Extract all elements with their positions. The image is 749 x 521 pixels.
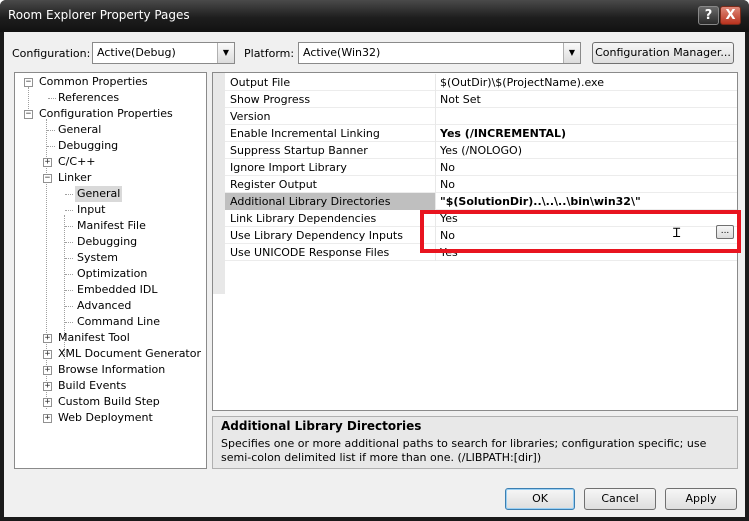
browse-button[interactable]: ...	[716, 225, 734, 239]
cancel-button[interactable]: Cancel	[584, 488, 656, 510]
collapse-icon[interactable]: −	[24, 78, 33, 87]
tree-item-linker[interactable]: Linker	[58, 170, 91, 186]
tree-item-configuration-properties[interactable]: Configuration Properties	[39, 106, 173, 122]
property-tree[interactable]: − Common Properties References − Configu…	[14, 72, 207, 469]
tree-item-common-properties[interactable]: Common Properties	[39, 74, 148, 90]
tree-item-references[interactable]: References	[58, 90, 119, 106]
property-name: Register Output	[225, 176, 436, 193]
tree-item-linker-command-line[interactable]: Command Line	[77, 314, 160, 330]
property-row[interactable]: Suppress Startup Banner Yes (/NOLOGO)	[225, 142, 737, 159]
property-name: Enable Incremental Linking	[225, 125, 436, 142]
property-row[interactable]: Ignore Import Library No	[225, 159, 737, 176]
property-name: Use UNICODE Response Files	[225, 244, 436, 261]
property-row[interactable]: Show Progress Not Set	[225, 91, 737, 108]
configuration-manager-button[interactable]: Configuration Manager...	[592, 42, 734, 64]
platform-dropdown[interactable]: Active(Win32) ▼	[298, 42, 581, 64]
platform-label: Platform:	[244, 47, 295, 60]
expand-icon[interactable]: +	[43, 350, 52, 359]
tree-item-manifest-tool[interactable]: Manifest Tool	[58, 330, 130, 346]
property-value: Not Set	[440, 93, 481, 106]
property-name: Output File	[225, 74, 436, 91]
property-value: No	[440, 161, 455, 174]
property-row[interactable]: Version	[225, 108, 737, 125]
property-name: Suppress Startup Banner	[225, 142, 436, 159]
tree-item-linker-input[interactable]: Input	[77, 202, 105, 218]
expand-icon[interactable]: +	[43, 366, 52, 375]
tree-item-general[interactable]: General	[58, 122, 101, 138]
expand-icon[interactable]: +	[43, 158, 52, 167]
property-value: Yes (/INCREMENTAL)	[440, 127, 567, 140]
tree-item-custom-build-step[interactable]: Custom Build Step	[58, 394, 160, 410]
tree-item-linker-system[interactable]: System	[77, 250, 118, 266]
ok-button[interactable]: OK	[505, 488, 575, 510]
tree-item-cpp[interactable]: C/C++	[58, 154, 96, 170]
property-value: $(OutDir)\$(ProjectName).exe	[440, 76, 604, 89]
text-cursor-icon: Ɪ	[673, 226, 681, 241]
tree-item-browse-information[interactable]: Browse Information	[58, 362, 165, 378]
property-value: No	[440, 178, 455, 191]
property-name: Use Library Dependency Inputs	[225, 227, 436, 244]
tree-item-xml-document-generator[interactable]: XML Document Generator	[58, 346, 201, 362]
configuration-label: Configuration:	[12, 47, 91, 60]
platform-value: Active(Win32)	[303, 46, 381, 59]
description-panel: Additional Library Directories Specifies…	[212, 416, 738, 469]
chevron-down-icon: ▼	[217, 43, 234, 63]
property-row[interactable]: Output File $(OutDir)\$(ProjectName).exe	[225, 74, 737, 91]
property-pages-window: Room Explorer Property Pages ? X Configu…	[0, 0, 749, 521]
property-name: Version	[225, 108, 436, 125]
tree-item-build-events[interactable]: Build Events	[58, 378, 126, 394]
red-highlight-box	[420, 210, 741, 253]
expand-icon[interactable]: +	[43, 382, 52, 391]
tree-item-linker-manifest-file[interactable]: Manifest File	[77, 218, 146, 234]
tree-item-linker-advanced[interactable]: Advanced	[77, 298, 131, 314]
property-row-selected[interactable]: Additional Library Directories "$(Soluti…	[225, 193, 737, 210]
expand-icon[interactable]: +	[43, 414, 52, 423]
configuration-value: Active(Debug)	[97, 46, 176, 59]
tree-item-linker-general[interactable]: General	[75, 186, 123, 202]
property-row[interactable]: Enable Incremental Linking Yes (/INCREME…	[225, 125, 737, 142]
description-title: Additional Library Directories	[221, 419, 422, 433]
property-name: Ignore Import Library	[225, 159, 436, 176]
tree-item-web-deployment[interactable]: Web Deployment	[58, 410, 153, 426]
configuration-dropdown[interactable]: Active(Debug) ▼	[92, 42, 235, 64]
tree-item-linker-embedded-idl[interactable]: Embedded IDL	[77, 282, 157, 298]
tree-item-linker-optimization[interactable]: Optimization	[77, 266, 147, 282]
property-value-editor[interactable]: "$(SolutionDir)..\..\..\bin\win32\"	[440, 195, 641, 208]
dialog-client: Configuration: Active(Debug) ▼ Platform:…	[4, 32, 745, 517]
title-bar: Room Explorer Property Pages ? X	[0, 0, 749, 32]
property-row[interactable]: Register Output No	[225, 176, 737, 193]
expand-icon[interactable]: +	[43, 398, 52, 407]
property-name: Show Progress	[225, 91, 436, 108]
help-button[interactable]: ?	[698, 6, 719, 25]
apply-button[interactable]: Apply	[665, 488, 737, 510]
description-text: Specifies one or more additional paths t…	[221, 437, 707, 464]
collapse-icon[interactable]: −	[24, 110, 33, 119]
expand-icon[interactable]: +	[43, 334, 52, 343]
chevron-down-icon: ▼	[563, 43, 580, 63]
collapse-icon[interactable]: −	[43, 174, 52, 183]
property-name: Additional Library Directories	[225, 193, 436, 210]
window-title: Room Explorer Property Pages	[8, 8, 190, 22]
tree-item-debugging[interactable]: Debugging	[58, 138, 118, 154]
property-name: Link Library Dependencies	[225, 210, 436, 227]
close-button[interactable]: X	[720, 6, 741, 25]
property-value: Yes (/NOLOGO)	[440, 144, 523, 157]
tree-item-linker-debugging[interactable]: Debugging	[77, 234, 137, 250]
